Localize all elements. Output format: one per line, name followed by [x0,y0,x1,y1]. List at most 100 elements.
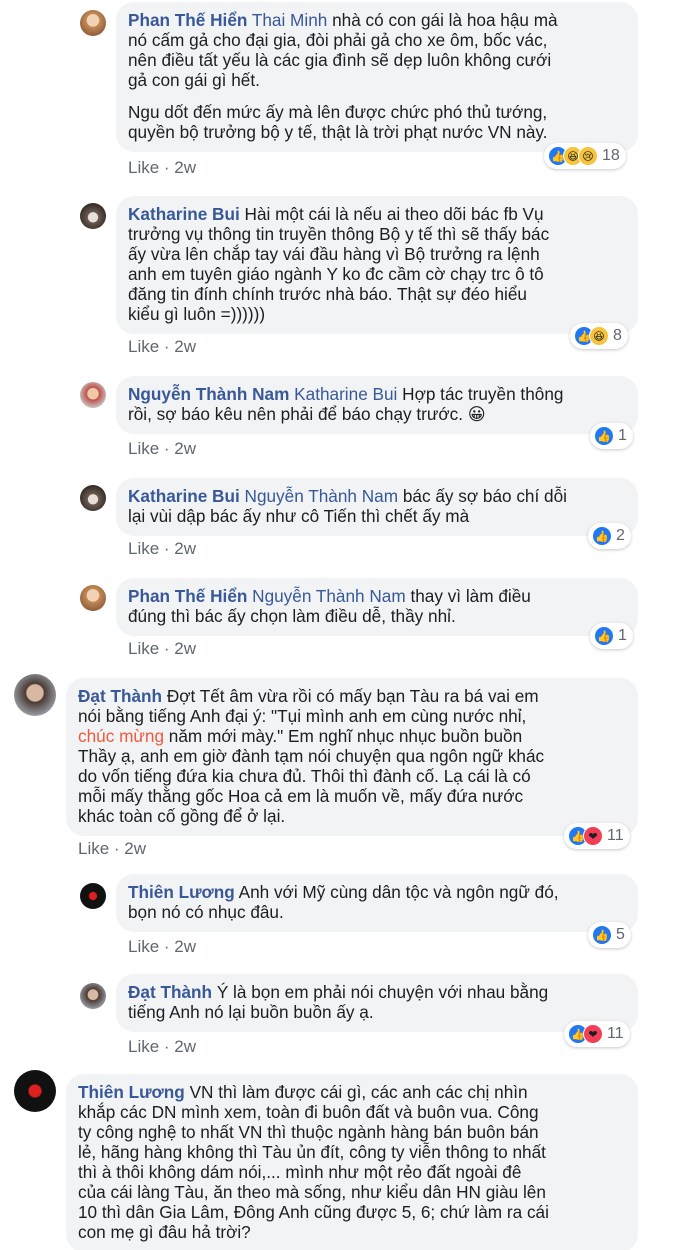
comment-bubble: Katharine Bui Hài một cái là nếu ai theo… [116,196,638,334]
comment-text: thay vì làm điều [410,586,531,606]
comment-text: của cái làng Tàu, ăn theo mà sống, như k… [78,1182,546,1202]
comment-text: nó cấm gả cho đại gia, đòi phải gả cho x… [128,30,548,50]
like-link[interactable]: Like [78,839,109,858]
reaction-count: 8 [613,327,622,344]
timestamp[interactable]: 2w [174,639,196,658]
reaction-summary[interactable]: 👍 5 [588,922,631,948]
timestamp[interactable]: 2w [174,158,196,177]
highlighted-phrase[interactable]: chúc mừng [78,726,164,746]
comment-actions: Like · 2w [128,639,197,658]
avatar[interactable] [80,883,106,909]
comment-text: bọn nó có nhục đâu. [128,902,284,922]
comment-text: lại vùi dập bác ấy như cô Tiến thì chết … [128,506,470,526]
avatar[interactable] [80,585,106,611]
comment-text: đăng tin đính chính trước nhà báo. Thật … [128,284,527,304]
comment-actions: Like · 2w [128,158,197,177]
avatar[interactable] [14,674,56,716]
avatar[interactable] [14,1070,56,1112]
reaction-count: 11 [607,827,624,844]
mention-tag[interactable]: Nguyễn Thành Nam [245,486,399,506]
comment-actions: Like · 2w [78,839,147,858]
like-link[interactable]: Like [128,539,159,558]
comment-actions: Like · 2w [128,539,197,558]
comment-text: VN thì làm được cái gì, các anh các chị … [189,1082,528,1102]
like-link[interactable]: Like [128,937,159,956]
love-reaction-icon: ❤ [583,826,603,846]
like-link[interactable]: Like [128,158,159,177]
timestamp[interactable]: 2w [174,439,196,458]
comment-bubble: Katharine Bui Nguyễn Thành Nam bác ấy sợ… [116,478,638,536]
timestamp[interactable]: 2w [124,839,146,858]
comment-text: trưởng vụ thông tin truyền thông Bộ y tế… [128,224,550,244]
comment-text: đúng thì bác ấy chọn làm điều dễ, thầy n… [128,606,456,626]
comment-text: khắp các DN mình xem, toàn đi buôn đất v… [78,1102,539,1122]
avatar[interactable] [80,10,106,36]
comment-actions: Like · 2w [128,1037,197,1056]
comment-bubble: Nguyễn Thành Nam Katharine Bui Hợp tác t… [116,376,638,434]
comment-text: mỗi mấy thằng gốc Hoa cả em là muốn về, … [78,786,524,806]
reaction-count: 18 [602,147,620,164]
comment-bubble: Đạt Thành Ý là bọn em phải nói chuyện vớ… [116,974,638,1032]
like-reaction-icon: 👍 [592,526,612,546]
love-reaction-icon: ❤ [583,1024,603,1044]
reaction-summary[interactable]: 👍 1 [590,623,633,649]
haha-reaction-icon: 😆 [589,326,609,346]
comment-bubble: Phan Thế Hiển Nguyễn Thành Nam thay vì l… [116,578,638,636]
author-name[interactable]: Nguyễn Thành Nam [128,384,289,404]
author-name[interactable]: Đạt Thành [128,982,212,1002]
like-link[interactable]: Like [128,439,159,458]
mention-tag[interactable]: Katharine Bui [294,384,397,404]
timestamp[interactable]: 2w [174,337,196,356]
comment-thread: Phan Thế Hiển Thai Minh nhà có con gái l… [0,0,686,1250]
reaction-summary[interactable]: 👍 ❤ 11 [564,1021,630,1047]
timestamp[interactable]: 2w [174,539,196,558]
comment-text: thì à thôi không dám nói,... mình như mộ… [78,1162,522,1182]
reaction-count: 2 [616,527,625,544]
comment-text: ấy vừa lên chắp tay vái đầu hàng vì Bộ t… [128,244,540,264]
comment-text: quyền bộ trưởng bộ y tế, thật là trời ph… [128,122,548,142]
mention-tag[interactable]: Nguyễn Thành Nam [252,586,406,606]
comment-text: do vốn tiếng đứa kia chưa đủ. Thôi thì đ… [78,766,531,786]
comment-text: kiểu gì luôn =)))))) [128,304,266,324]
mention-tag[interactable]: Thai Minh [252,10,327,30]
comment-text: Thầy ạ, anh em giờ đành tạm nói chuyện q… [78,746,545,766]
reaction-summary[interactable]: 👍 😆 8 [570,323,628,349]
comment-actions: Like · 2w [128,937,197,956]
reaction-summary[interactable]: 👍 ❤ 11 [564,823,630,849]
comment-text: Hài một cái là nếu ai theo dõi bác fb Vụ [244,204,544,224]
comment-text: Đợt Tết âm vừa rồi có mấy bạn Tàu ra bá … [166,686,539,706]
like-link[interactable]: Like [128,1037,159,1056]
comment-text: bác ấy sợ báo chí dỗi [402,486,567,506]
timestamp[interactable]: 2w [174,937,196,956]
avatar[interactable] [80,203,106,229]
reaction-count: 5 [616,926,625,943]
avatar[interactable] [80,382,106,408]
comment-text: Ý là bọn em phải nói chuyện với nhau bằn… [216,982,549,1002]
reaction-summary[interactable]: 👍 1 [590,423,633,449]
comment-text: gả con gái gì hết. [128,70,260,90]
comment-text: anh em tuyên giáo ngành Y ko đc cầm cờ c… [128,264,544,284]
comment-actions: Like · 2w [128,337,197,356]
comment-text: nên điều tất yếu là các gia đình sẽ dẹp … [128,50,552,70]
author-name[interactable]: Katharine Bui [128,486,240,506]
comment-text: nói bằng tiếng Anh đại ý: "Tụi mình anh … [78,706,527,726]
like-link[interactable]: Like [128,337,159,356]
author-name[interactable]: Thiên Lương [128,882,235,902]
like-link[interactable]: Like [128,639,159,658]
author-name[interactable]: Phan Thế Hiển [128,10,247,30]
timestamp[interactable]: 2w [174,1037,196,1056]
comment-text: năm mới mày." Em nghĩ nhục nhục buồn buồ… [164,726,523,746]
avatar[interactable] [80,983,106,1009]
comment-text: lẻ, hãng hàng không thì Tàu ủn đít, công… [78,1142,546,1162]
reaction-summary[interactable]: 👍 😆 😢 18 [544,143,626,169]
avatar[interactable] [80,485,106,511]
like-reaction-icon: 👍 [594,626,614,646]
author-name[interactable]: Thiên Lương [78,1082,185,1102]
comment-text: ty công nghệ to nhất VN thì thuộc ngành … [78,1122,539,1142]
sad-reaction-icon: 😢 [578,146,598,166]
author-name[interactable]: Phan Thế Hiển [128,586,247,606]
reaction-summary[interactable]: 👍 2 [588,523,631,549]
comment-bubble: Phan Thế Hiển Thai Minh nhà có con gái l… [116,2,638,152]
author-name[interactable]: Katharine Bui [128,204,240,224]
author-name[interactable]: Đạt Thành [78,686,162,706]
